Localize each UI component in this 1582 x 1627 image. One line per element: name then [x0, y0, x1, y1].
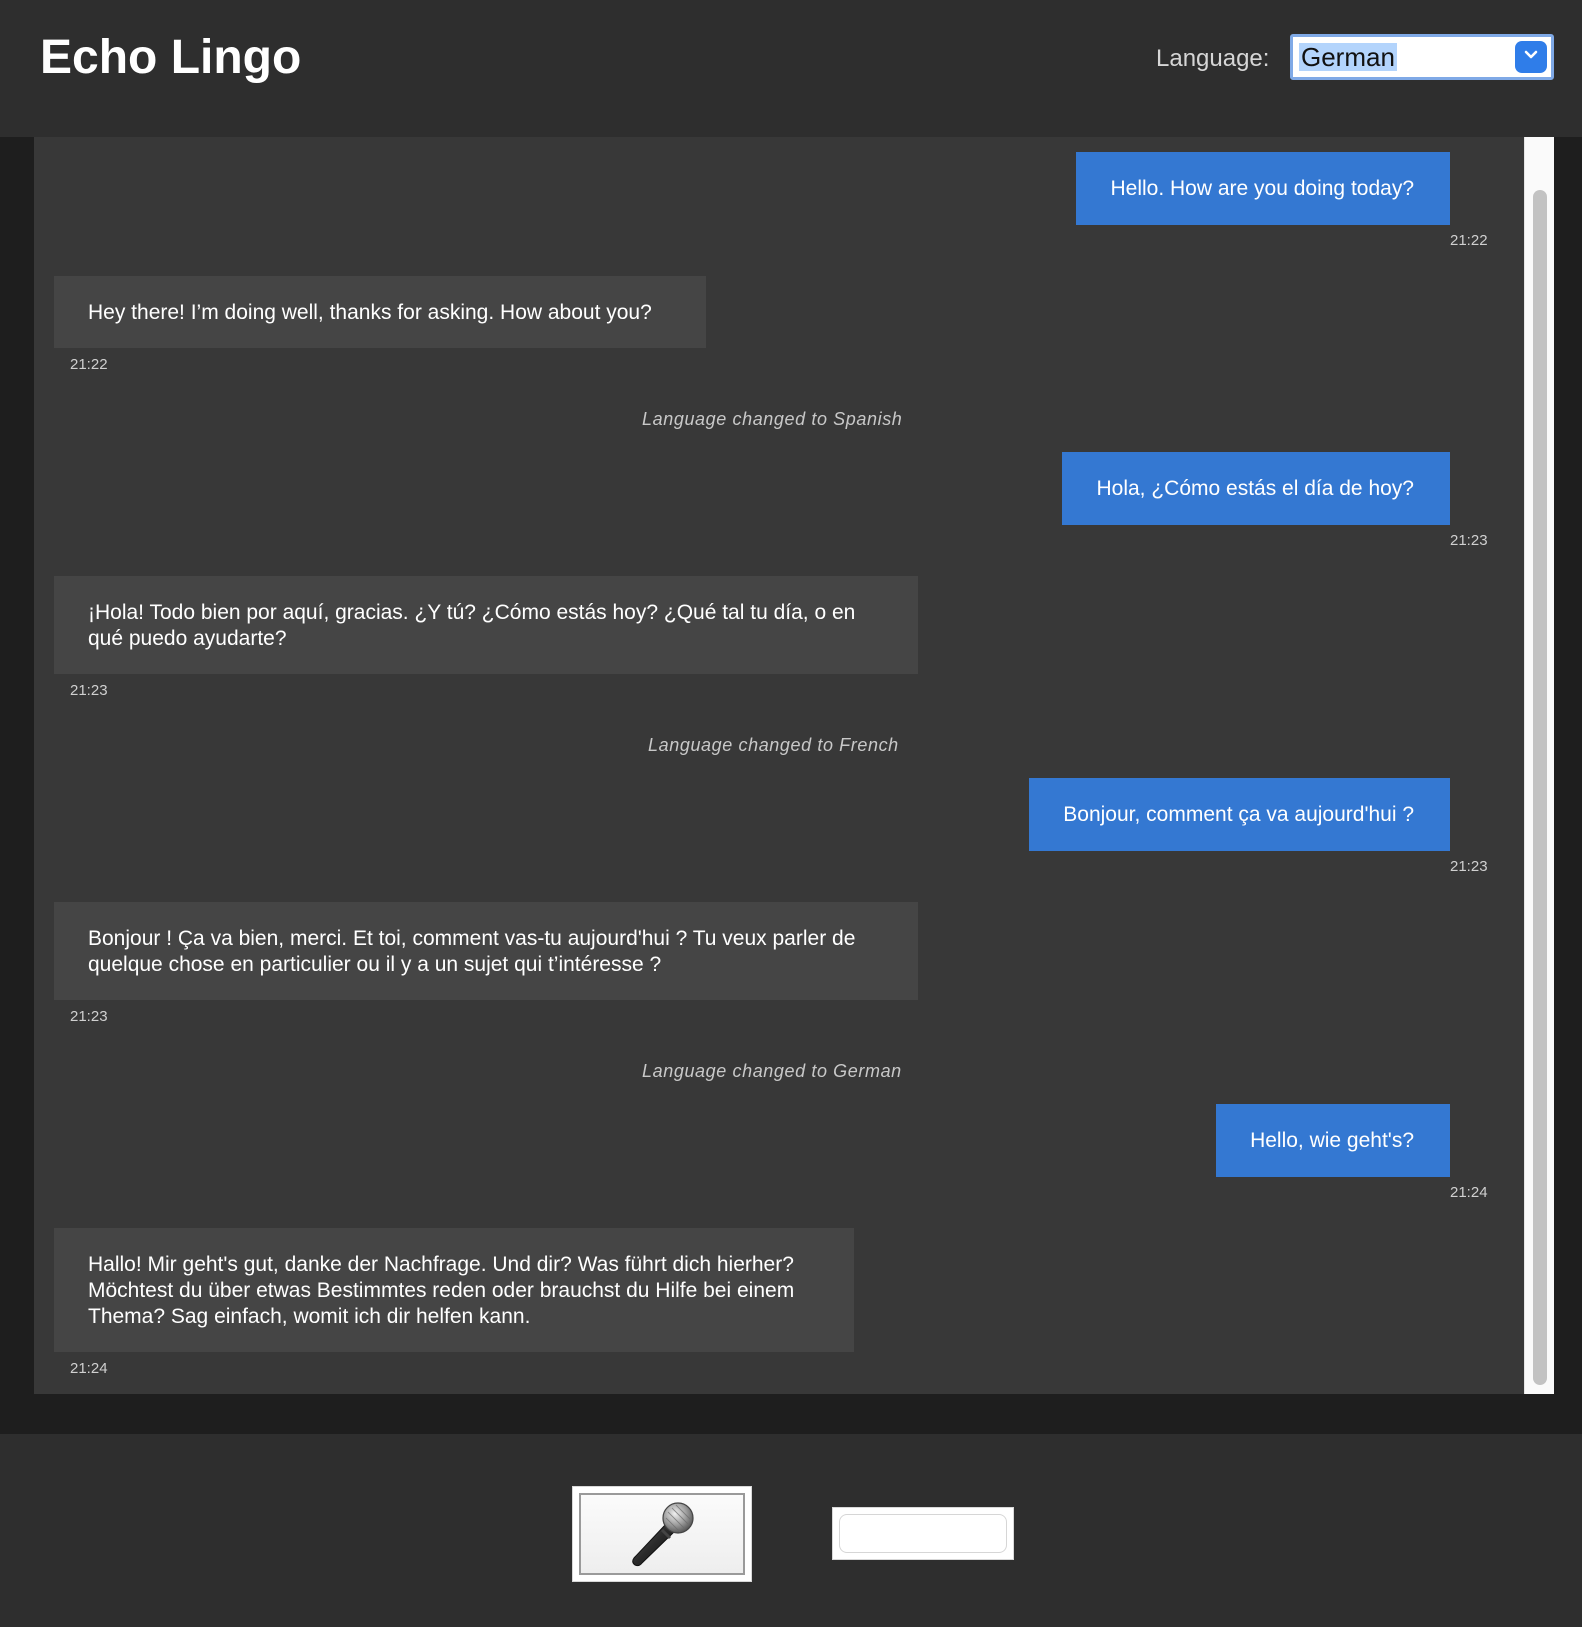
message-bubble: ¡Hola! Todo bien por aquí, gracias. ¿Y t…	[54, 576, 918, 674]
language-change-notice: Language changed to French	[648, 735, 899, 755]
app-title: Echo Lingo	[40, 31, 302, 84]
message-bubble: Hello, wie geht's?	[1216, 1104, 1450, 1177]
message-bubble: Hey there! I’m doing well, thanks for as…	[54, 276, 706, 348]
message-user: Hello. How are you doing today?	[1076, 152, 1450, 225]
message-time: 21:22	[1450, 232, 1488, 249]
language-label: Language:	[1156, 45, 1270, 72]
chevron-down-icon	[1515, 41, 1547, 73]
message-time: 21:24	[70, 1360, 108, 1377]
app-header: Echo Lingo Language: German	[0, 0, 1582, 137]
message-bot: ¡Hola! Todo bien por aquí, gracias. ¿Y t…	[54, 576, 918, 674]
input-bar	[0, 1434, 1582, 1627]
message-time: 21:24	[1450, 1184, 1488, 1201]
microphone-icon	[632, 1502, 694, 1567]
message-bubble: Hello. How are you doing today?	[1076, 152, 1450, 225]
scrollbar-thumb[interactable]	[1533, 190, 1547, 1385]
message-user: Hello, wie geht's?	[1216, 1104, 1450, 1177]
chat-scrollbar[interactable]	[1524, 137, 1554, 1394]
message-user: Hola, ¿Cómo estás el día de hoy?	[1062, 452, 1450, 525]
language-change-notice: Language changed to Spanish	[642, 409, 903, 429]
message-bubble: Bonjour ! Ça va bien, merci. Et toi, com…	[54, 902, 918, 1000]
message-bot: Hallo! Mir geht's gut, danke der Nachfra…	[54, 1228, 854, 1352]
message-time: 21:23	[70, 682, 108, 699]
message-time: 21:23	[70, 1008, 108, 1025]
message-time: 21:23	[1450, 858, 1488, 875]
record-button-face	[579, 1493, 745, 1575]
language-select[interactable]: German	[1290, 34, 1554, 80]
message-user: Bonjour, comment ça va aujourd'hui ?	[1029, 778, 1450, 851]
message-time: 21:23	[1450, 532, 1488, 549]
language-select-value: German	[1299, 42, 1397, 72]
record-button[interactable]	[572, 1486, 752, 1582]
language-change-notice: Language changed to German	[642, 1061, 902, 1081]
chat-log[interactable]: Hello. How are you doing today? 21:22 He…	[34, 137, 1524, 1394]
message-time: 21:22	[70, 356, 108, 373]
message-bubble: Hallo! Mir geht's gut, danke der Nachfra…	[54, 1228, 854, 1352]
text-input-frame	[832, 1507, 1014, 1560]
text-input[interactable]	[839, 1514, 1007, 1553]
message-bubble: Bonjour, comment ça va aujourd'hui ?	[1029, 778, 1450, 851]
message-bubble: Hola, ¿Cómo estás el día de hoy?	[1062, 452, 1450, 525]
message-bot: Bonjour ! Ça va bien, merci. Et toi, com…	[54, 902, 918, 1000]
message-bot: Hey there! I’m doing well, thanks for as…	[54, 276, 706, 348]
